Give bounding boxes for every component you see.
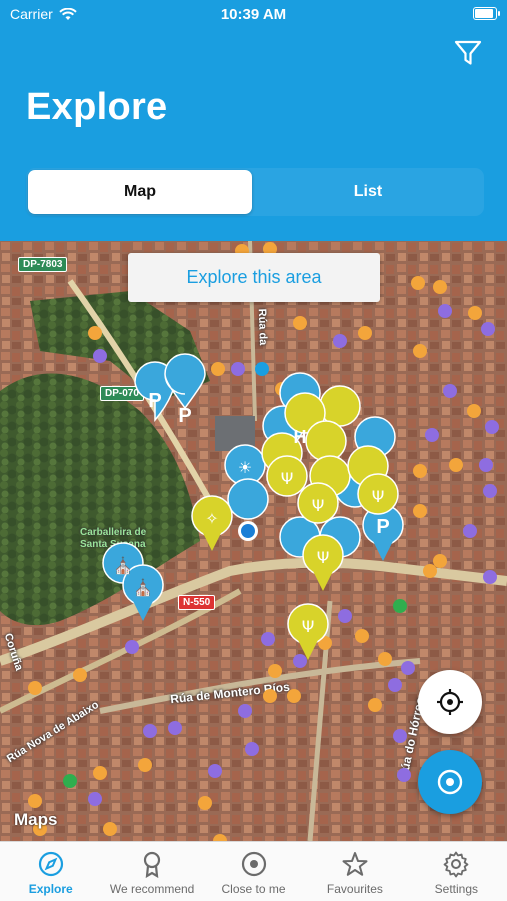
svg-text:⛪: ⛪ — [133, 578, 153, 597]
maps-attribution: Maps — [14, 810, 57, 830]
tab-map[interactable]: Map — [28, 170, 252, 214]
tab-label: Settings — [434, 882, 478, 896]
svg-text:Ψ: Ψ — [281, 469, 294, 488]
award-icon — [144, 851, 161, 878]
svg-text:P: P — [376, 516, 389, 538]
tab-label: Favourites — [326, 882, 383, 896]
view-segmented-control: Map List — [26, 168, 484, 216]
crosshair-icon — [437, 689, 463, 715]
compass-icon — [38, 851, 63, 877]
tab-label: Explore — [28, 882, 73, 896]
star-icon — [342, 852, 368, 876]
tab-close-to-me[interactable]: Close to me — [203, 842, 304, 901]
svg-text:P: P — [178, 405, 191, 427]
target-icon — [437, 769, 463, 795]
tab-label: We recommend — [109, 882, 195, 896]
user-location-dot — [238, 521, 258, 541]
nearby-button[interactable] — [418, 750, 482, 814]
cluster-pins[interactable]: P P P H Ψ Ψ Ψ Ψ Ψ ✧ ☀ ⛪ ⛪ — [102, 353, 404, 660]
tab-label: Close to me — [221, 882, 286, 896]
tab-explore[interactable]: Explore — [0, 842, 101, 901]
filter-icon[interactable] — [453, 38, 483, 68]
svg-text:Ψ: Ψ — [312, 496, 325, 515]
svg-text:Ψ: Ψ — [372, 487, 385, 506]
svg-text:P: P — [148, 390, 161, 412]
map-view[interactable]: DP-7803 DP-070 N-550 Carballeira de Sant… — [0, 241, 507, 841]
explore-this-area-button[interactable]: Explore this area — [128, 253, 380, 302]
locate-me-button[interactable] — [418, 670, 482, 734]
status-time: 10:39 AM — [220, 6, 287, 23]
tab-favourites[interactable]: Favourites — [304, 842, 405, 901]
header: Carrier 10:39 AM Explore Map List — [0, 0, 507, 241]
svg-text:H: H — [294, 427, 307, 447]
page-title: Explore — [26, 86, 168, 128]
svg-text:⛪: ⛪ — [113, 556, 133, 575]
tab-list[interactable]: List — [256, 170, 480, 214]
maps-attribution-label: Maps — [14, 810, 58, 829]
tab-we-recommend[interactable]: We recommend — [101, 842, 202, 901]
svg-text:✧: ✧ — [205, 509, 218, 528]
svg-text:Ψ: Ψ — [317, 548, 330, 567]
tab-bar: Explore We recommend Close to me Favouri… — [0, 841, 507, 901]
svg-text:☀: ☀ — [238, 458, 252, 477]
target-icon — [241, 851, 266, 877]
battery-icon — [473, 7, 500, 20]
tab-settings[interactable]: Settings — [406, 842, 507, 901]
small-poi-dot[interactable] — [28, 242, 499, 841]
status-bar: Carrier 10:39 AM — [0, 0, 507, 28]
svg-text:Ψ: Ψ — [302, 617, 315, 636]
gear-icon — [443, 851, 469, 878]
